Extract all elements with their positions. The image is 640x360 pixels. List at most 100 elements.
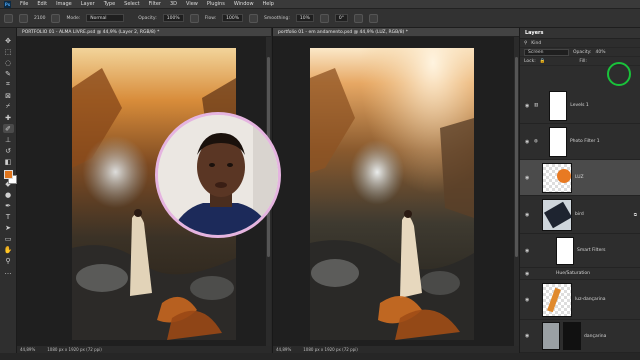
menu-type[interactable]: Type bbox=[104, 1, 115, 7]
marquee-tool-icon[interactable]: ⬚ bbox=[3, 47, 14, 56]
symmetry-icon[interactable] bbox=[369, 13, 379, 23]
rectangle-tool-icon[interactable]: ▭ bbox=[3, 234, 14, 243]
menu-edit[interactable]: Edit bbox=[37, 1, 47, 7]
visibility-eye-icon[interactable]: ◉ bbox=[525, 212, 531, 218]
lock-label: Lock: bbox=[524, 58, 536, 64]
photoshop-logo[interactable]: Ps bbox=[4, 0, 11, 8]
smart-object-icon: ⧉ bbox=[633, 212, 637, 218]
visibility-eye-icon[interactable]: ◉ bbox=[525, 333, 531, 339]
menu-help[interactable]: Help bbox=[263, 1, 274, 7]
presenter-video bbox=[158, 115, 278, 235]
layers-panel-title[interactable]: Layers bbox=[520, 28, 640, 39]
move-tool-icon[interactable]: ✥ bbox=[3, 36, 14, 45]
blend-mode-select[interactable]: Screen bbox=[524, 48, 569, 56]
path-select-icon[interactable]: ➤ bbox=[3, 223, 14, 232]
doc1-tab[interactable]: PORTFOLIO 01 - ALMA LIVRE.psd @ 44,9% (L… bbox=[17, 28, 271, 37]
dodge-tool-icon[interactable]: ● bbox=[3, 190, 14, 199]
healing-brush-icon[interactable]: ✚ bbox=[3, 113, 14, 122]
document-window-2: portfolio 01 - em andamento.psd @ 44,9% … bbox=[272, 28, 519, 353]
smart-filters-row[interactable]: ◉ Smart Filters bbox=[520, 234, 640, 268]
quick-select-tool-icon[interactable]: ✎ bbox=[3, 69, 14, 78]
menu-image[interactable]: Image bbox=[56, 1, 72, 7]
layer-mask-thumbnail bbox=[563, 322, 581, 350]
visibility-eye-icon[interactable]: ◉ bbox=[525, 103, 531, 109]
lasso-tool-icon[interactable]: ◌ bbox=[3, 58, 14, 67]
visibility-eye-icon[interactable]: ◉ bbox=[525, 297, 531, 303]
lock-icon[interactable]: 🔒 bbox=[540, 59, 546, 64]
layer-name: luz-dançarina bbox=[575, 297, 606, 302]
layers-filter-row: ⚲ Kind bbox=[520, 39, 640, 48]
clone-stamp-icon[interactable]: ⊥ bbox=[3, 135, 14, 144]
bottom-bar bbox=[0, 353, 640, 360]
menu-select[interactable]: Select bbox=[124, 1, 139, 7]
visibility-eye-icon[interactable]: ◉ bbox=[525, 248, 531, 254]
tools-panel: ✥ ⬚ ◌ ✎ ⌗ ⊠ ⌿ ✚ ✐ ⊥ ↺ ◧ ▦ ◆ ● ✒ T ➤ ▭ ✋ … bbox=[0, 28, 17, 353]
search-icon: ⚲ bbox=[524, 40, 528, 46]
eyedropper-tool-icon[interactable]: ⌿ bbox=[3, 102, 14, 111]
frame-tool-icon[interactable]: ⊠ bbox=[3, 91, 14, 100]
layer-row[interactable]: ◉ bird ⧉ bbox=[520, 196, 640, 234]
layer-row[interactable]: ◉ ▥ Levels 1 bbox=[520, 88, 640, 124]
layer-thumbnail bbox=[542, 282, 572, 317]
doc2-canvas[interactable] bbox=[310, 48, 474, 340]
menu-filter[interactable]: Filter bbox=[149, 1, 161, 7]
hand-tool-icon[interactable]: ✋ bbox=[3, 245, 14, 254]
flow-label: Flow: bbox=[204, 15, 217, 21]
brush-size[interactable]: 2100 bbox=[34, 16, 45, 21]
opacity-label: Opacity: bbox=[138, 15, 157, 21]
menu-plugins[interactable]: Plugins bbox=[207, 1, 225, 7]
doc2-artwork bbox=[310, 48, 474, 340]
menu-view[interactable]: View bbox=[186, 1, 198, 7]
visibility-eye-icon[interactable]: ◉ bbox=[525, 175, 531, 181]
doc2-tab[interactable]: portfolio 01 - em andamento.psd @ 44,9% … bbox=[273, 28, 519, 37]
home-icon[interactable] bbox=[4, 13, 13, 23]
flow-field[interactable]: 100% bbox=[222, 14, 244, 22]
visibility-eye-icon[interactable]: ◉ bbox=[525, 271, 531, 277]
mode-select[interactable]: Normal bbox=[86, 14, 125, 22]
layer-name: Smart Filters bbox=[577, 248, 606, 253]
filter-row[interactable]: ◉ Hue/Saturation bbox=[520, 268, 640, 280]
brush-tool-icon[interactable]: ✐ bbox=[2, 124, 14, 133]
layer-filter-kind[interactable]: Kind bbox=[531, 41, 541, 46]
crop-tool-icon[interactable]: ⌗ bbox=[3, 80, 14, 89]
layer-row[interactable]: ◉ luz-dançarina bbox=[520, 280, 640, 320]
layer-row[interactable]: ◉ ◍ Photo Filter 1 bbox=[520, 124, 640, 160]
airbrush-icon[interactable] bbox=[249, 13, 259, 23]
layer-row[interactable]: ◉ dançarina bbox=[520, 320, 640, 353]
smoothing-field[interactable]: 10% bbox=[295, 14, 314, 22]
layer-name: dançarina bbox=[584, 333, 607, 339]
orange-brush-mark bbox=[557, 168, 571, 183]
doc2-scroll-thumb[interactable] bbox=[515, 57, 518, 257]
menu-bar: Ps File Edit Image Layer Type Select Fil… bbox=[0, 0, 640, 9]
more-tools-icon[interactable]: … bbox=[3, 267, 14, 276]
menu-window[interactable]: Window bbox=[234, 1, 254, 7]
layer-thumbnail bbox=[548, 126, 567, 157]
pen-tool-icon[interactable]: ✒ bbox=[3, 201, 14, 210]
pressure-size-icon[interactable] bbox=[354, 13, 364, 23]
zoom-tool-icon[interactable]: ⚲ bbox=[3, 256, 14, 265]
visibility-eye-icon[interactable]: ◉ bbox=[525, 139, 531, 145]
webcam-overlay bbox=[155, 112, 281, 238]
menu-3d[interactable]: 3D bbox=[170, 1, 177, 7]
fill-label: Fill: bbox=[579, 58, 587, 64]
angle-field[interactable]: 0° bbox=[334, 14, 349, 22]
pressure-opacity-icon[interactable] bbox=[189, 13, 199, 23]
brush-tool-icon[interactable] bbox=[19, 13, 28, 23]
eraser-tool-icon[interactable]: ◧ bbox=[3, 157, 14, 166]
doc1-zoom[interactable]: 44,89% bbox=[20, 347, 35, 352]
history-brush-icon[interactable]: ↺ bbox=[3, 146, 14, 155]
opacity-field[interactable]: 40% bbox=[596, 50, 606, 55]
opacity-field[interactable]: 100% bbox=[162, 14, 184, 22]
menu-layer[interactable]: Layer bbox=[81, 1, 95, 7]
doc1-size: 1080 px x 1920 px (72 ppi) bbox=[47, 347, 102, 352]
layer-row-selected[interactable]: ◉ LUZ bbox=[520, 160, 640, 196]
menu-file[interactable]: File bbox=[20, 1, 28, 7]
foreground-color-swatch[interactable] bbox=[4, 170, 13, 179]
layer-thumbnail bbox=[542, 162, 572, 193]
layer-name: LUZ bbox=[575, 175, 584, 180]
layer-thumbnail bbox=[549, 90, 568, 121]
type-tool-icon[interactable]: T bbox=[3, 212, 14, 221]
brush-settings-icon[interactable] bbox=[51, 13, 61, 23]
doc2-zoom[interactable]: 44,89% bbox=[276, 347, 291, 352]
smoothing-settings-icon[interactable] bbox=[319, 13, 329, 23]
